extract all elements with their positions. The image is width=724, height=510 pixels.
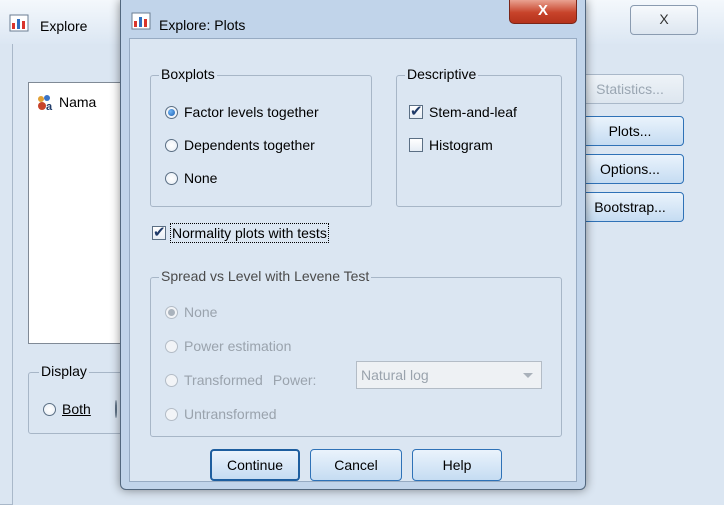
explore-title: Explore (40, 18, 88, 34)
options-button[interactable]: Options... (576, 154, 684, 184)
spread-none-label: None (184, 304, 218, 320)
normality-plots-label: Normality plots with tests (170, 223, 329, 243)
spread-none-radio[interactable]: None (165, 304, 217, 320)
factor-levels-together-radio[interactable]: Factor levels together (165, 104, 319, 120)
display-both-label: Both (62, 401, 91, 417)
display-next-radio[interactable] (115, 400, 117, 418)
checkbox-box[interactable] (152, 223, 166, 241)
dependents-together-label: Dependents together (184, 137, 315, 153)
display-both-radio[interactable]: Both (43, 401, 91, 417)
svg-text:a: a (46, 101, 53, 111)
radio-circle[interactable] (165, 407, 178, 421)
chevron-down-icon (523, 373, 533, 378)
dialog-title: Explore: Plots (159, 17, 246, 33)
stem-and-leaf-label: Stem-and-leaf (429, 104, 517, 120)
boxplots-none-label: None (184, 170, 218, 186)
histogram-checkbox[interactable]: Histogram (409, 137, 493, 153)
transformed-radio[interactable]: Transformed Power: (165, 372, 316, 388)
boxplots-group: Boxplots Factor levels together Dependen… (150, 66, 372, 207)
bootstrap-button[interactable]: Bootstrap... (576, 192, 684, 222)
plots-button[interactable]: Plots... (576, 116, 684, 146)
power-select-value: Natural log (361, 367, 429, 383)
stem-and-leaf-checkbox[interactable]: Stem-and-leaf (409, 102, 517, 120)
power-estimation-label: Power estimation (184, 338, 292, 354)
dialog-close-button[interactable]: X (509, 0, 577, 24)
histogram-label: Histogram (429, 137, 493, 153)
radio-circle[interactable] (165, 373, 178, 387)
descriptive-legend: Descriptive (405, 66, 479, 82)
statistics-button[interactable]: Statistics... (576, 74, 684, 104)
radio-circle[interactable] (165, 305, 178, 319)
radio-circle[interactable] (165, 105, 178, 119)
explore-plots-dialog: Explore: Plots X Boxplots Factor levels … (120, 0, 586, 490)
explore-close-button[interactable]: X (630, 5, 698, 35)
factor-levels-together-label: Factor levels together (184, 104, 319, 120)
help-button[interactable]: Help (412, 449, 502, 481)
normality-plots-checkbox[interactable]: Normality plots with tests (152, 223, 329, 243)
power-label: Power: (272, 372, 317, 388)
spss-app-icon (131, 12, 151, 30)
continue-button[interactable]: Continue (210, 449, 300, 481)
cancel-button[interactable]: Cancel (310, 449, 402, 481)
untransformed-label: Untransformed (184, 406, 277, 422)
untransformed-radio[interactable]: Untransformed (165, 406, 277, 422)
radio-circle[interactable] (43, 402, 56, 416)
spss-app-icon (9, 14, 29, 32)
dialog-client-area: Boxplots Factor levels together Dependen… (129, 38, 577, 482)
nominal-string-variable-icon: a (38, 95, 53, 111)
radio-circle[interactable] (165, 171, 178, 185)
checkbox-box[interactable] (409, 102, 423, 120)
spread-vs-level-group: Spread vs Level with Levene Test None Po… (150, 268, 562, 437)
radio-circle[interactable] (165, 339, 178, 353)
radio-circle[interactable] (165, 138, 178, 152)
radio-circle[interactable] (115, 400, 117, 418)
boxplots-legend: Boxplots (159, 66, 217, 82)
checkbox-box[interactable] (409, 138, 423, 152)
transformed-label: Transformed (184, 372, 263, 388)
descriptive-group: Descriptive Stem-and-leaf Histogram (396, 66, 562, 207)
boxplots-none-radio[interactable]: None (165, 170, 217, 186)
power-estimation-radio[interactable]: Power estimation (165, 338, 291, 354)
variable-name: Nama (59, 94, 97, 110)
spread-vs-level-legend: Spread vs Level with Levene Test (159, 268, 372, 284)
dependents-together-radio[interactable]: Dependents together (165, 137, 315, 153)
list-item[interactable]: a Nama (35, 93, 96, 111)
power-select[interactable]: Natural log (356, 361, 542, 389)
display-legend: Display (39, 363, 89, 379)
